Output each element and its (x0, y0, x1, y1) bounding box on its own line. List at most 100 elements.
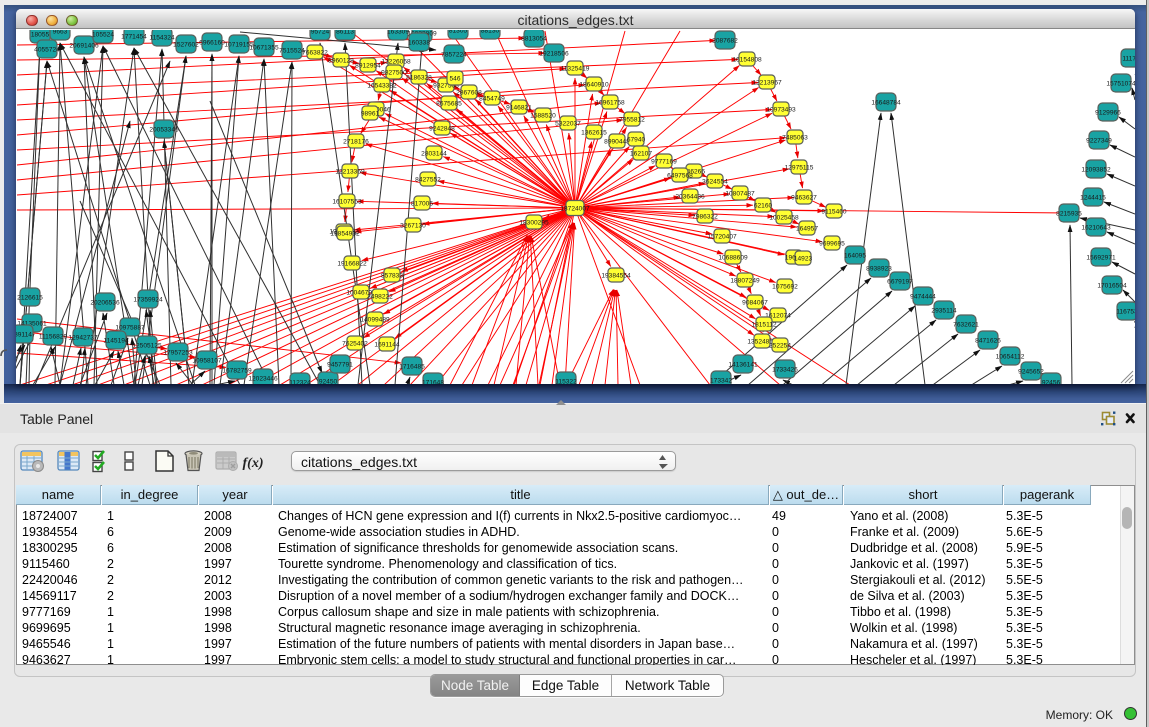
svg-text:817006: 817006 (411, 201, 433, 208)
svg-text:1716485: 1716485 (399, 364, 425, 371)
svg-text:171648: 171648 (422, 380, 444, 384)
svg-text:67940: 67940 (627, 137, 646, 144)
svg-text:20206536: 20206536 (90, 300, 120, 307)
svg-text:8471626: 8471626 (975, 338, 1001, 345)
svg-text:6497568: 6497568 (667, 173, 693, 180)
svg-text:8813054: 8813054 (521, 36, 547, 43)
svg-text:3267130: 3267130 (400, 223, 426, 230)
svg-text:10958107: 10958107 (192, 358, 222, 365)
svg-text:8912954: 8912954 (355, 63, 381, 70)
svg-text:1771454: 1771454 (121, 34, 147, 41)
svg-text:164095: 164095 (844, 253, 866, 260)
svg-text:4055724: 4055724 (34, 47, 60, 54)
svg-text:81305: 81305 (449, 30, 468, 35)
svg-text:857833: 857833 (381, 273, 403, 280)
svg-text:20364436: 20364436 (675, 194, 705, 201)
svg-text:15692971: 15692971 (1086, 255, 1116, 262)
svg-text:62160: 62160 (754, 203, 773, 210)
svg-text:12942737: 12942737 (68, 335, 98, 342)
svg-text:12093852: 12093852 (1081, 167, 1111, 174)
svg-text:2087682: 2087682 (712, 38, 738, 45)
svg-text:7485063: 7485063 (782, 135, 808, 142)
svg-text:1815112: 1815112 (751, 322, 777, 329)
svg-text:8186328: 8186328 (406, 75, 432, 82)
svg-text:12975115: 12975115 (785, 165, 814, 172)
svg-text:105524: 105524 (92, 32, 114, 39)
svg-text:10807487: 10807487 (725, 191, 755, 198)
svg-text:3498222: 3498222 (367, 294, 393, 301)
svg-text:10025458: 10025458 (769, 215, 799, 222)
svg-text:2935114: 2935114 (931, 308, 957, 315)
svg-text:12505125: 12505125 (132, 343, 162, 350)
svg-text:546: 546 (449, 76, 460, 83)
svg-text:9463627: 9463627 (791, 195, 817, 202)
svg-text:16648784: 16648784 (871, 100, 901, 107)
svg-text:86113: 86113 (336, 30, 354, 36)
svg-text:11173: 11173 (1122, 56, 1135, 63)
svg-text:18640910: 18640910 (579, 82, 609, 89)
svg-text:8454749: 8454749 (479, 96, 505, 103)
svg-text:6966160: 6966160 (199, 40, 225, 47)
svg-text:18055: 18055 (31, 32, 50, 39)
svg-text:9129966: 9129966 (1095, 110, 1121, 117)
svg-text:1588520: 1588520 (530, 113, 556, 120)
svg-text:39114: 39114 (16, 332, 32, 339)
svg-text:19854932: 19854932 (330, 231, 360, 238)
svg-text:18724007: 18724007 (560, 206, 590, 213)
svg-text:15720407: 15720407 (707, 234, 737, 241)
svg-text:10654112: 10654112 (996, 354, 1025, 361)
svg-text:1733426: 1733426 (772, 367, 798, 374)
svg-text:9242848: 9242848 (429, 126, 455, 133)
svg-text:9227349: 9227349 (1086, 138, 1112, 145)
svg-text:9115460: 9115460 (821, 209, 847, 216)
svg-text:8427552: 8427552 (415, 177, 441, 184)
svg-text:115322: 115322 (555, 379, 577, 384)
svg-text:2718176: 2718176 (343, 139, 369, 146)
svg-text:1145194: 1145194 (103, 338, 129, 345)
svg-text:14136141: 14136141 (728, 362, 758, 369)
svg-text:9457791: 9457791 (327, 362, 353, 369)
svg-text:92456: 92456 (1042, 380, 1061, 384)
svg-text:14923: 14923 (794, 256, 813, 263)
svg-text:19218506: 19218506 (539, 51, 569, 58)
svg-text:11325419: 11325419 (561, 66, 590, 73)
svg-text:160338: 160338 (408, 40, 430, 47)
svg-text:2803144: 2803144 (421, 151, 447, 158)
svg-text:95724: 95724 (311, 30, 330, 36)
svg-text:16154808: 16154808 (732, 57, 762, 64)
svg-text:16961758: 16961758 (595, 100, 625, 107)
svg-text:9699695: 9699695 (819, 241, 845, 248)
svg-text:16210643: 16210643 (1081, 225, 1111, 232)
svg-text:9474444: 9474444 (910, 294, 936, 301)
svg-text:20691406: 20691406 (69, 43, 99, 50)
svg-text:164957: 164957 (796, 226, 818, 233)
svg-text:f(x): f(x) (243, 456, 264, 471)
svg-text:19384554: 19384554 (601, 273, 631, 280)
svg-text:9777169: 9777169 (651, 159, 677, 166)
svg-text:1154324: 1154324 (149, 35, 175, 42)
svg-text:98961: 98961 (361, 111, 380, 118)
svg-text:20053346: 20053346 (149, 127, 179, 134)
svg-text:1362615: 1362615 (581, 130, 607, 137)
svg-text:10688609: 10688609 (718, 255, 748, 262)
svg-text:252254: 252254 (769, 343, 791, 350)
svg-text:10671355: 10671355 (249, 45, 279, 52)
svg-text:163309: 163309 (387, 30, 409, 36)
svg-text:10973493: 10973493 (766, 107, 796, 114)
svg-text:5322037: 5322037 (555, 121, 581, 128)
svg-text:7955812: 7955812 (619, 117, 645, 124)
svg-text:7857224: 7857224 (441, 52, 467, 59)
svg-text:19166822: 19166822 (337, 261, 367, 268)
svg-text:1075692: 1075692 (772, 284, 798, 291)
svg-text:173342: 173342 (710, 378, 732, 384)
svg-text:12213369: 12213369 (335, 169, 365, 176)
svg-text:16543382: 16543382 (367, 83, 397, 90)
svg-text:18300295: 18300295 (519, 220, 549, 227)
svg-text:88130: 88130 (481, 30, 500, 35)
svg-text:17359924: 17359924 (133, 297, 163, 304)
svg-text:12213967: 12213967 (752, 80, 782, 87)
svg-text:9146821: 9146821 (506, 105, 532, 112)
svg-text:6679197: 6679197 (887, 279, 913, 286)
svg-text:1527602: 1527602 (173, 42, 199, 49)
svg-text:3624554: 3624554 (702, 179, 728, 186)
